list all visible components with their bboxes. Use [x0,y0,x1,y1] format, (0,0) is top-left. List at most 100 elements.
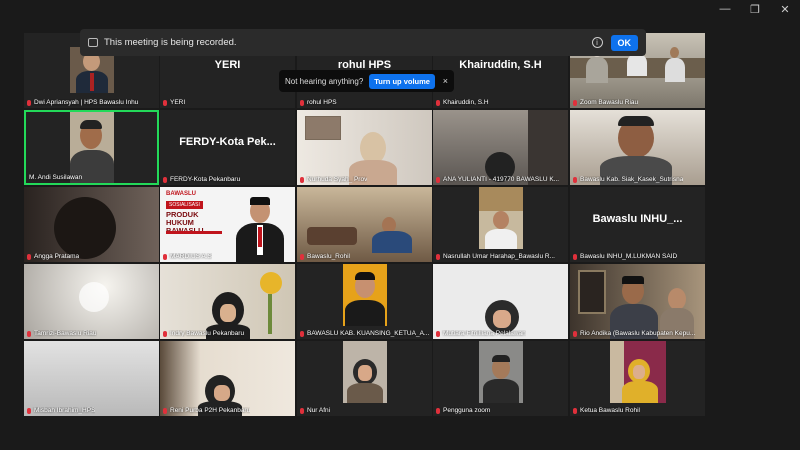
video-tile-ana[interactable]: ANA YULIANTI - 419770 BAWASLU K... [433,110,568,185]
recording-icon [88,38,98,47]
mic-muted-icon [163,253,167,260]
participant-name: BAWASLU KAB. KUANSING_KETUA_A... [307,330,430,337]
participant-video [570,110,705,185]
mic-muted-icon [163,407,167,414]
video-tile-rio[interactable]: Rio Andika (Bawaslu Kabupaten Kepu... [570,264,705,339]
mic-muted-icon [163,99,167,106]
participant-video [297,110,432,185]
mic-muted-icon [300,253,304,260]
participant-name: Misbah Ibrahim_HPS [34,407,96,414]
name-card: FERDY-Kota Pek... [179,135,276,148]
minimize-button[interactable]: — [710,0,740,18]
mic-muted-icon [573,253,577,260]
mic-muted-icon [436,253,440,260]
video-tile-siak[interactable]: Bawaslu Kab. Siak_Kasek_Sutrisna [570,110,705,185]
mic-muted-icon [27,407,31,414]
participant-name: Mutiara Fitriilliana Pelalawan [443,330,526,337]
video-tile-nasrullah[interactable]: Nasrullah Umar Harahap_Bawaslu R... [433,187,568,262]
video-tile-mardius[interactable]: BAWASLU SOSIALISASI PRODUK HUKUM BAWASLU… [160,187,295,262]
close-window-button[interactable]: ✕ [770,0,800,18]
video-tile-tamrizi[interactable]: Tamrizi-Bawaslu Riau [24,264,159,339]
participant-name: Reni Purba P2H Pekanbaru [170,407,251,414]
participant-name: Khairuddin, S.H [443,99,489,106]
name-card: Bawaslu INHU_... [592,212,683,225]
participant-name: Indry Bawaslu Pekanbaru [170,330,245,337]
participant-name: Bawaslu Kab. Siak_Kasek_Sutrisna [580,176,684,183]
mic-muted-icon [436,407,440,414]
participant-name: Dwi Apriansyah | HPS Bawaslu Inhu [34,99,139,106]
video-tile-ferdy[interactable]: FERDY-Kota Pek... FERDY-Kota Pekanbaru [160,110,295,185]
participant-name: YERI [170,99,186,106]
video-tile-kuansing[interactable]: BAWASLU KAB. KUANSING_KETUA_A... [297,264,432,339]
participant-name: Tamrizi-Bawaslu Riau [34,330,97,337]
participant-name: Nasrullah Umar Harahap_Bawaslu R... [443,253,555,260]
participant-video [610,341,666,403]
mic-muted-icon [163,176,167,183]
mic-muted-icon [573,407,577,414]
audio-hint-toast: Not hearing anything? Turn up volume × [279,70,454,92]
participant-video [433,264,568,339]
video-tile-bawaslu-rohil[interactable]: Bawaslu_Rohil [297,187,432,262]
window-controls: — ❐ ✕ [710,0,800,18]
participant-video [24,264,159,339]
video-tile-mutiara[interactable]: Mutiara Fitriilliana Pelalawan [433,264,568,339]
audio-hint-text: Not hearing anything? [285,76,364,86]
participant-name: FERDY-Kota Pekanbaru [170,176,241,183]
recording-notice-text: This meeting is being recorded. [104,37,237,48]
video-tile-pengguna-zoom[interactable]: Pengguna zoom [433,341,568,416]
video-tile-inhu-lukman[interactable]: Bawaslu INHU_... Bawaslu INHU_M.LUKMAN S… [570,187,705,262]
mic-muted-icon [27,253,31,260]
participant-name: Ketua Bawaslu Rohil [580,407,640,414]
info-icon[interactable]: i [591,37,603,48]
video-tile-reni[interactable]: Reni Purba P2H Pekanbaru [160,341,295,416]
participant-video [343,264,387,326]
participant-video [570,264,705,339]
turn-up-volume-button[interactable]: Turn up volume [369,73,435,89]
mic-muted-icon [436,99,440,106]
participant-name: Nurhuda Syah_ Prov [307,176,368,183]
mic-muted-icon [300,176,304,183]
mic-muted-icon [573,99,577,106]
participant-video [297,187,432,262]
recording-notice-banner: This meeting is being recorded. i OK [80,29,646,56]
mic-muted-icon [300,330,304,337]
participant-name: MARDIUS A.S [170,253,212,260]
participant-name: Nur Afni [307,407,331,414]
mic-muted-icon [27,99,31,106]
poster-badge: SOSIALISASI [166,201,203,209]
video-tile-angga[interactable]: Angga Pratama [24,187,159,262]
video-tile-misbah[interactable]: Misbah Ibrahim_HPS [24,341,159,416]
participant-video [479,341,523,403]
participant-name: Rio Andika (Bawaslu Kabupaten Kepu... [580,330,696,337]
participant-video [343,341,387,403]
participant-name: rohul HPS [307,99,337,106]
maximize-button[interactable]: ❐ [740,0,770,18]
mic-muted-icon [300,407,304,414]
participant-video [24,341,159,416]
close-toast-icon[interactable]: × [443,76,448,86]
virtual-background-poster: BAWASLU SOSIALISASI PRODUK HUKUM BAWASLU [160,187,295,262]
participant-name: Bawaslu INHU_M.LUKMAN SAID [580,253,678,260]
mic-muted-icon [27,330,31,337]
mic-muted-icon [163,330,167,337]
video-tile-indry[interactable]: Indry Bawaslu Pekanbaru [160,264,295,339]
video-tile-andi-active-speaker[interactable]: M. Andi Susilawan [24,110,159,185]
participant-name: M. Andi Susilawan [29,174,83,181]
participant-video [24,187,159,262]
participant-name: ANA YULIANTI - 419770 BAWASLU K... [443,176,560,183]
video-tile-ketua-rohil[interactable]: Ketua Bawaslu Rohil [570,341,705,416]
mic-muted-icon [436,330,440,337]
poster-org: BAWASLU [166,191,196,197]
participant-video [479,187,523,249]
mic-muted-icon [300,99,304,106]
video-tile-nurhuda[interactable]: Nurhuda Syah_ Prov [297,110,432,185]
mic-muted-icon [573,330,577,337]
participant-name: Pengguna zoom [443,407,491,414]
ok-button[interactable]: OK [610,34,638,51]
participant-video [160,264,295,339]
mic-muted-icon [573,176,577,183]
video-tile-nur-afni[interactable]: Nur Afni [297,341,432,416]
participant-name: Angga Pratama [34,253,80,260]
participant-video [433,110,568,185]
participant-name: Bawaslu_Rohil [307,253,350,260]
